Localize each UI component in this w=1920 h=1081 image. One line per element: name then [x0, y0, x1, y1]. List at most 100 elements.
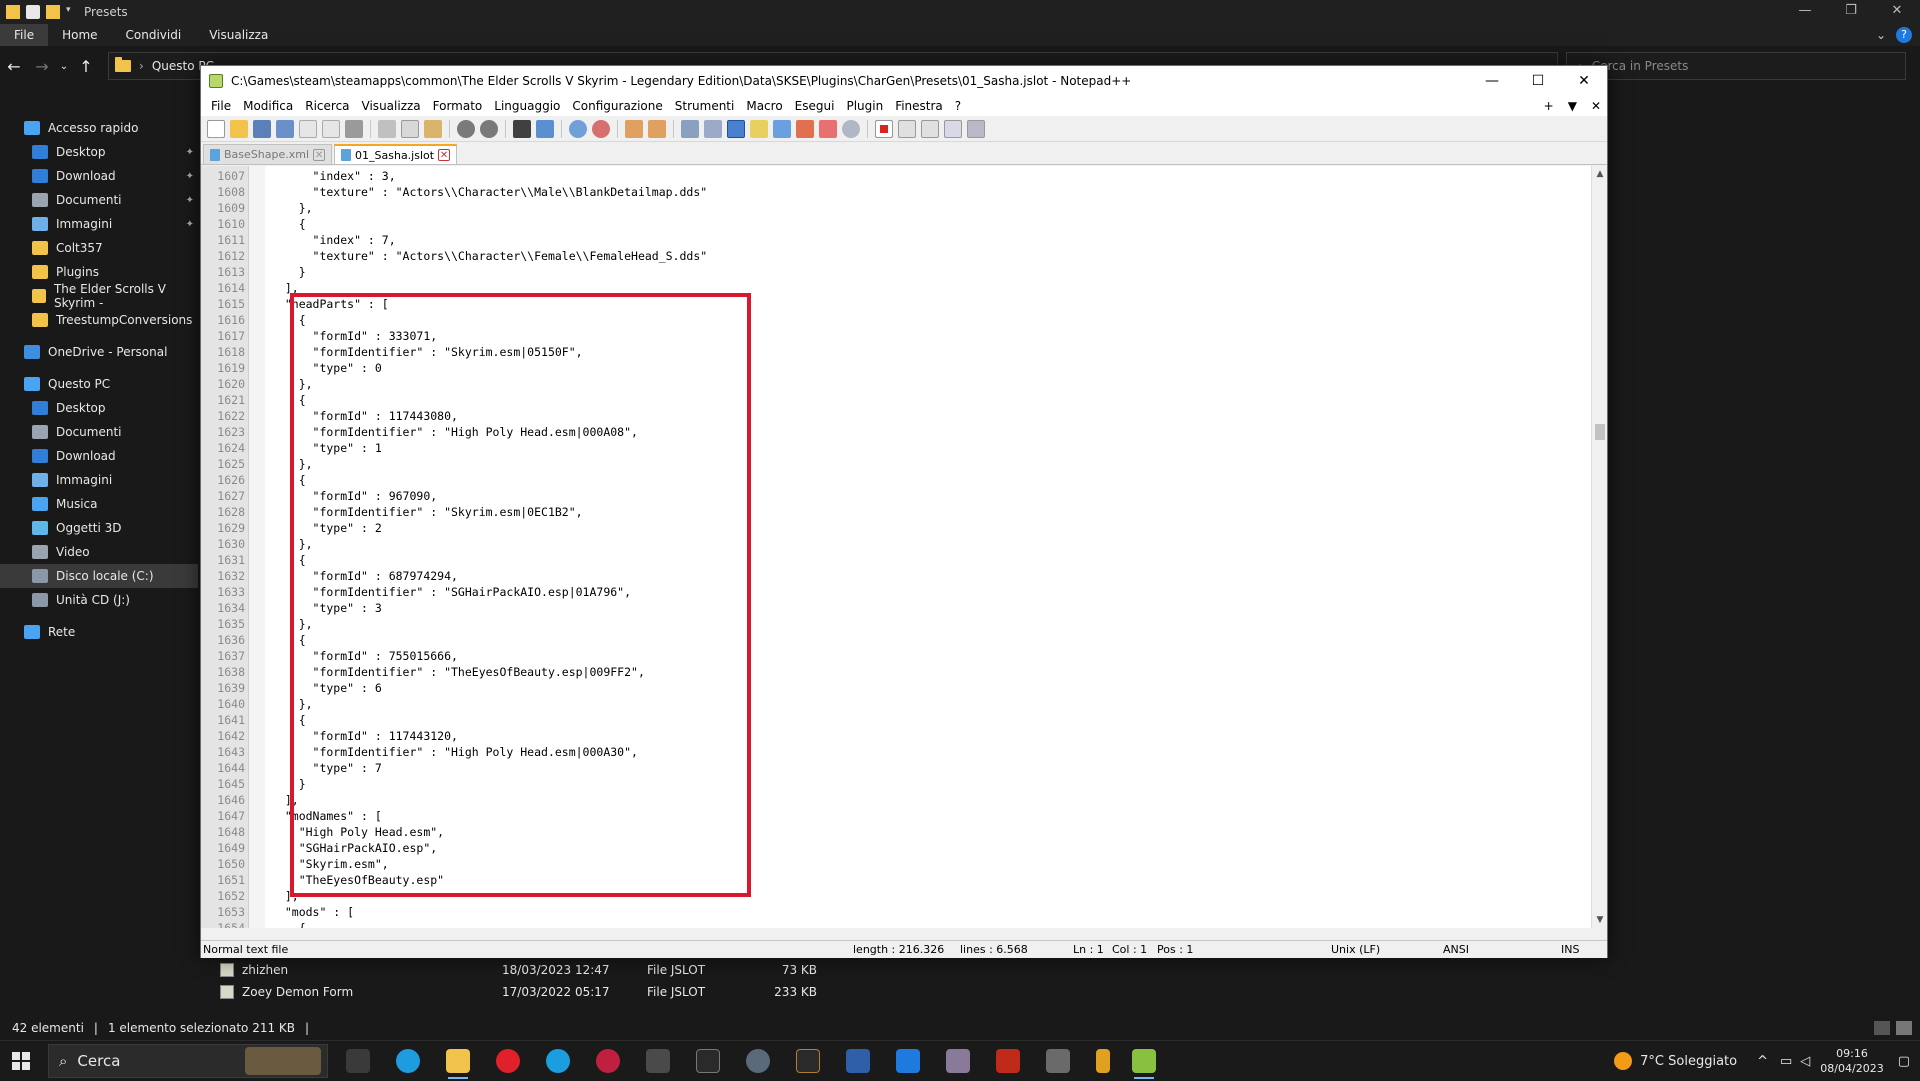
steam-icon[interactable] [746, 1049, 770, 1073]
stop-macro-icon[interactable] [898, 119, 916, 138]
nav-item[interactable]: Colt357 [0, 236, 198, 260]
nav-item[interactable]: Video [0, 540, 198, 564]
file-row[interactable]: zhizhen 18/03/2023 12:47 File JSLOT 73 K… [220, 959, 840, 981]
nav-item[interactable]: The Elder Scrolls V Skyrim - [0, 282, 198, 310]
menu-item[interactable]: Macro [740, 96, 788, 116]
ribbon-tab-share[interactable]: Condividi [112, 24, 196, 46]
forward-arrow-icon[interactable]: → [28, 57, 56, 76]
nav-item[interactable]: Accesso rapido [0, 116, 198, 140]
nav-item[interactable]: Unità CD (J:) [0, 588, 198, 612]
run-macro-multiple-icon[interactable] [944, 119, 962, 138]
chevron-up-icon[interactable]: ^ [1757, 1054, 1768, 1069]
folder-icon[interactable] [6, 5, 20, 19]
tab-list-icon[interactable]: ▼ [1568, 96, 1577, 116]
nav-item[interactable]: Immagini [0, 468, 198, 492]
file-row[interactable]: Zoey Demon Form 17/03/2022 05:17 File JS… [220, 981, 840, 1003]
expand-ribbon-icon[interactable]: ⌄ [1876, 28, 1886, 42]
open-file-icon[interactable] [230, 119, 248, 138]
user-language-icon[interactable] [750, 119, 768, 138]
new-folder-icon[interactable] [46, 5, 60, 19]
resolve-icon[interactable] [596, 1049, 620, 1073]
menu-item[interactable]: Esegui [789, 96, 841, 116]
record-macro-icon[interactable] [875, 119, 893, 138]
tab-baseshape-xml[interactable]: BaseShape.xml ✕ [203, 144, 333, 164]
nav-item[interactable]: Questo PC [0, 372, 198, 396]
close-doc-icon[interactable]: ✕ [1591, 96, 1601, 116]
menu-item[interactable]: File [205, 96, 237, 116]
nav-item[interactable]: Plugins [0, 260, 198, 284]
close-button[interactable]: ✕ [1874, 0, 1920, 24]
nav-item[interactable]: Disco locale (C:) [0, 564, 198, 588]
menu-item[interactable]: Configurazione [566, 96, 668, 116]
minimize-button[interactable]: — [1469, 66, 1515, 96]
close-all-icon[interactable] [322, 119, 340, 138]
blender-app-icon[interactable] [796, 1049, 820, 1073]
save-icon[interactable] [253, 119, 271, 138]
opera-icon[interactable] [496, 1049, 520, 1073]
new-tab-icon[interactable]: + [1544, 96, 1554, 116]
copy-icon[interactable] [401, 119, 419, 138]
recent-dropdown-icon[interactable]: ⌄ [56, 61, 72, 72]
notification-icon[interactable]: ▢ [1898, 1054, 1910, 1069]
network-icon[interactable]: ▭ [1780, 1054, 1792, 1069]
ribbon-tab-file[interactable]: File [0, 24, 49, 46]
close-tab-icon[interactable]: ✕ [438, 149, 451, 161]
weather-widget[interactable]: 7°C Soleggiato [1614, 1052, 1737, 1070]
menu-item[interactable]: Linguaggio [488, 96, 566, 116]
nav-item[interactable]: Desktop ✦ [0, 140, 198, 164]
monitoring-icon[interactable] [842, 119, 860, 138]
maximize-button[interactable]: ☐ [1515, 66, 1561, 96]
volume-icon[interactable]: ◁ [1800, 1054, 1810, 1069]
sync-horizontal-icon[interactable] [648, 119, 666, 138]
nav-item[interactable]: Documenti ✦ [0, 188, 198, 212]
new-file-icon[interactable] [207, 119, 225, 138]
nav-item[interactable]: Rete [0, 620, 198, 644]
menu-item[interactable]: Finestra [889, 96, 949, 116]
close-button[interactable]: ✕ [1561, 66, 1607, 96]
nav-item[interactable]: Desktop [0, 396, 198, 420]
ribbon-tab-view[interactable]: Visualizza [195, 24, 282, 46]
feather-app-icon[interactable] [846, 1049, 870, 1073]
show-all-chars-icon[interactable] [704, 119, 722, 138]
filezilla-icon[interactable] [996, 1049, 1020, 1073]
sync-vertical-icon[interactable] [625, 119, 643, 138]
menu-item[interactable]: Strumenti [669, 96, 741, 116]
properties-icon[interactable] [26, 5, 40, 19]
replace-icon[interactable] [536, 119, 554, 138]
help-icon[interactable]: ? [1896, 27, 1912, 43]
folder-workspace-icon[interactable] [819, 119, 837, 138]
file-explorer-icon[interactable] [446, 1049, 470, 1079]
nav-item[interactable]: Download ✦ [0, 164, 198, 188]
nav-item[interactable]: Download [0, 444, 198, 468]
play-macro-icon[interactable] [921, 119, 939, 138]
cut-icon[interactable] [378, 119, 396, 138]
function-list-icon[interactable] [796, 119, 814, 138]
tab-01-sasha-jslot[interactable]: 01_Sasha.jslot ✕ [334, 144, 458, 164]
word-wrap-icon[interactable] [681, 119, 699, 138]
nav-item[interactable]: OneDrive - Personal [0, 340, 198, 364]
window-app-icon[interactable] [896, 1049, 920, 1073]
explorer-search-input[interactable]: ⌕ Cerca in Presets [1566, 52, 1906, 80]
zoom-out-icon[interactable] [592, 119, 610, 138]
arrow-app-icon[interactable] [1096, 1049, 1110, 1073]
nav-item[interactable]: TreestumpConversions [0, 308, 198, 332]
windows-start-icon[interactable] [12, 1052, 30, 1070]
menu-item[interactable]: Plugin [840, 96, 889, 116]
find-icon[interactable] [513, 119, 531, 138]
clock[interactable]: 09:16 08/04/2023 [1820, 1046, 1883, 1076]
print-icon[interactable] [345, 119, 363, 138]
chevron-down-icon[interactable]: ▾ [66, 5, 74, 19]
vertical-scrollbar[interactable]: ▲ ▼ [1591, 166, 1607, 928]
nav-item[interactable]: Immagini ✦ [0, 212, 198, 236]
close-file-icon[interactable] [299, 119, 317, 138]
menu-item[interactable]: ? [949, 96, 967, 116]
app-grid-icon[interactable] [646, 1049, 670, 1073]
taskbar-search-box[interactable]: ⌕ Cerca [48, 1044, 328, 1078]
nav-item[interactable]: Oggetti 3D [0, 516, 198, 540]
large-icons-view-icon[interactable] [1896, 1021, 1912, 1035]
paste-icon[interactable] [424, 119, 442, 138]
redo-icon[interactable] [480, 119, 498, 138]
details-view-icon[interactable] [1874, 1021, 1890, 1035]
menu-item[interactable]: Ricerca [299, 96, 355, 116]
scroll-down-icon[interactable]: ▼ [1592, 912, 1608, 928]
